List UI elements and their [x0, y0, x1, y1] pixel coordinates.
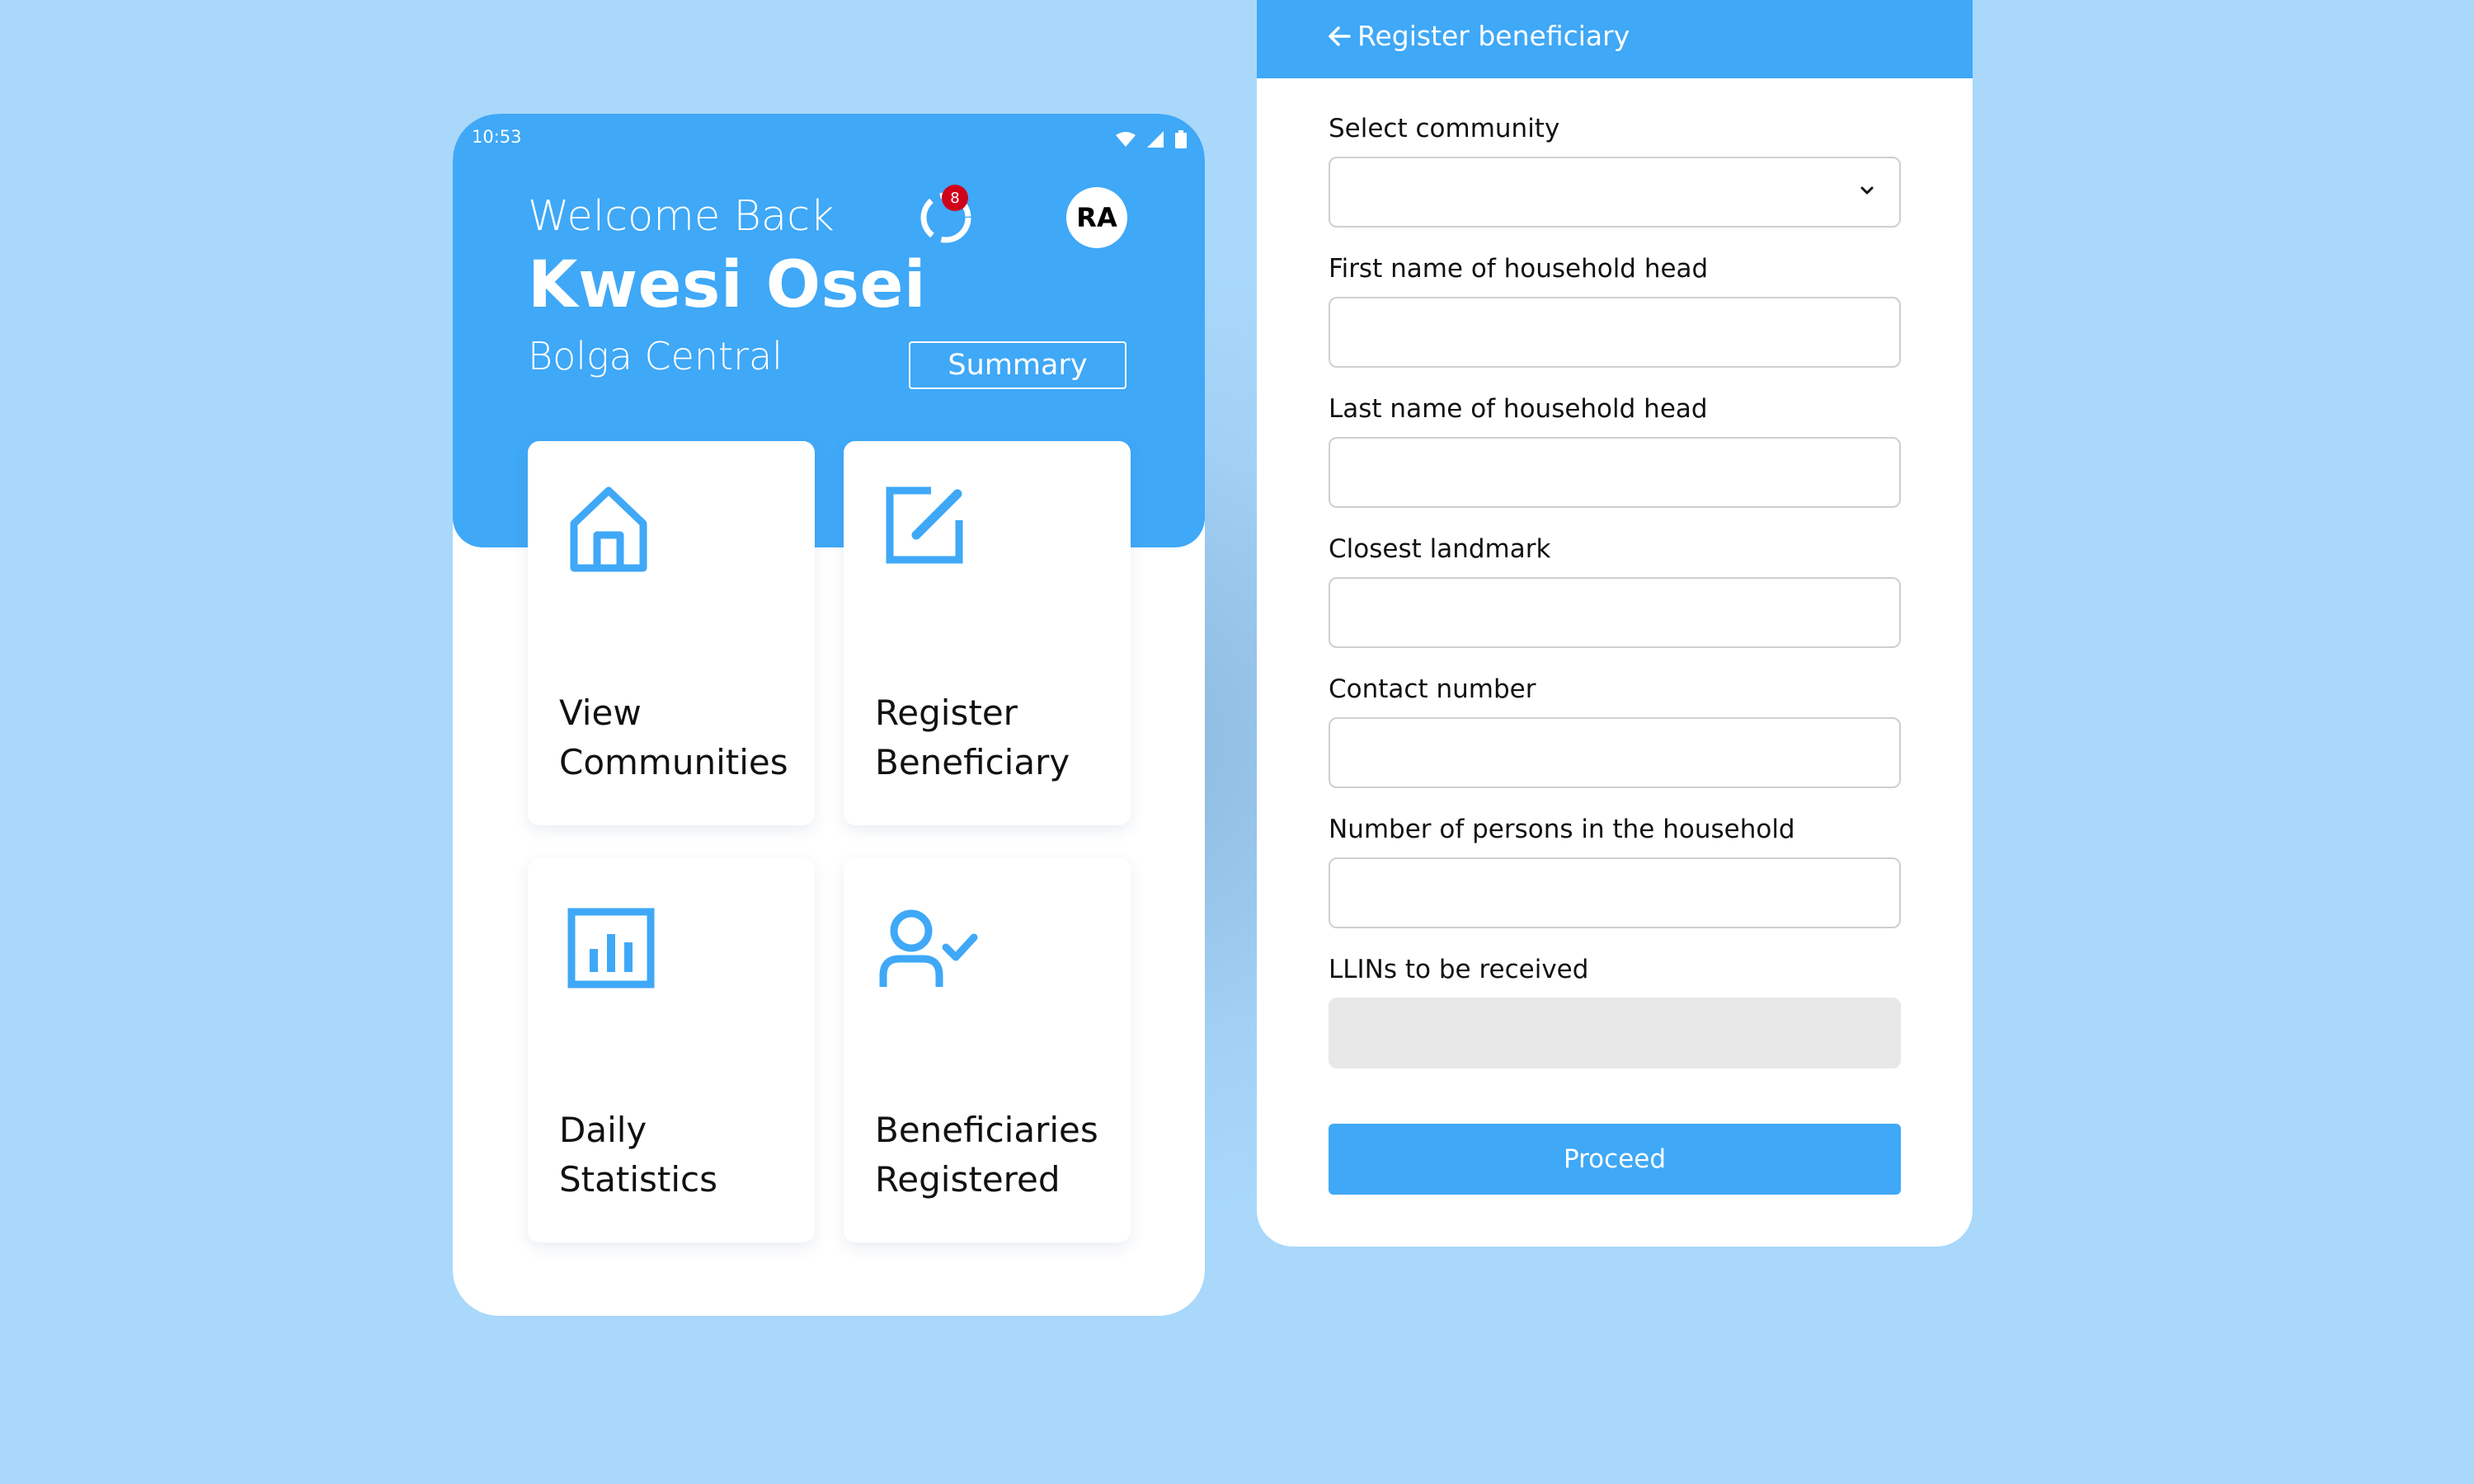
- tile-label-line1: View: [559, 693, 642, 733]
- tile-label-line2: Beneficiary: [875, 742, 1070, 782]
- status-bar: 10:53: [472, 122, 1187, 155]
- arrow-left-icon: [1329, 26, 1351, 46]
- household-persons-label: Number of persons in the household: [1329, 815, 1795, 844]
- notification-badge: 8: [942, 185, 968, 211]
- sync-button[interactable]: 8: [915, 185, 977, 249]
- tile-beneficiaries-registered[interactable]: Beneficiaries Registered: [844, 858, 1131, 1242]
- first-name-field[interactable]: [1329, 297, 1901, 368]
- wifi-icon: [1116, 132, 1136, 147]
- tile-label-line1: Daily: [559, 1110, 647, 1150]
- tile-label-line2: Communities: [559, 742, 788, 782]
- closest-landmark-field[interactable]: [1329, 577, 1901, 648]
- llins-label: LLINs to be received: [1329, 955, 1589, 984]
- select-community-dropdown[interactable]: [1329, 157, 1901, 228]
- user-check-icon: [879, 909, 978, 987]
- back-button[interactable]: Register beneficiary: [1328, 20, 1630, 52]
- tile-label-line2: Registered: [875, 1159, 1061, 1200]
- edit-icon: [886, 486, 963, 564]
- signal-icon: [1147, 131, 1164, 148]
- battery-icon: [1175, 130, 1187, 148]
- welcome-text: Welcome Back: [528, 192, 835, 241]
- closest-landmark-label: Closest landmark: [1329, 534, 1551, 564]
- household-persons-field[interactable]: [1329, 857, 1901, 928]
- location-text: Bolga Central: [528, 334, 783, 378]
- contact-number-label: Contact number: [1329, 674, 1536, 704]
- tile-label-line1: Register: [875, 693, 1018, 733]
- contact-number-field[interactable]: [1329, 717, 1901, 788]
- first-name-label: First name of household head: [1329, 254, 1709, 284]
- last-name-field[interactable]: [1329, 437, 1901, 508]
- form-header: Register beneficiary: [1257, 0, 1973, 78]
- status-time: 10:53: [472, 127, 522, 147]
- avatar[interactable]: RA: [1066, 187, 1127, 248]
- user-name: Kwesi Osei: [528, 248, 927, 322]
- bar-chart-icon: [567, 908, 655, 989]
- last-name-label: Last name of household head: [1329, 394, 1708, 424]
- tile-daily-statistics[interactable]: Daily Statistics: [528, 858, 815, 1242]
- tile-view-communities[interactable]: View Communities: [528, 441, 815, 825]
- proceed-button[interactable]: Proceed: [1329, 1124, 1901, 1195]
- form-title: Register beneficiary: [1357, 20, 1630, 52]
- tile-label-line1: Beneficiaries: [875, 1110, 1098, 1150]
- register-beneficiary-screen: Register beneficiary Select community Fi…: [1257, 0, 1973, 1247]
- select-community-label: Select community: [1329, 114, 1560, 143]
- summary-button[interactable]: Summary: [909, 341, 1126, 389]
- chevron-down-icon: [1860, 186, 1874, 195]
- tile-register-beneficiary[interactable]: Register Beneficiary: [844, 441, 1131, 825]
- home-screen: 10:53 Welcome Back Kwesi Osei Bolga Cent…: [453, 114, 1205, 1316]
- tile-label-line2: Statistics: [559, 1159, 717, 1200]
- home-icon: [570, 486, 647, 572]
- llins-readonly-field: [1329, 998, 1901, 1068]
